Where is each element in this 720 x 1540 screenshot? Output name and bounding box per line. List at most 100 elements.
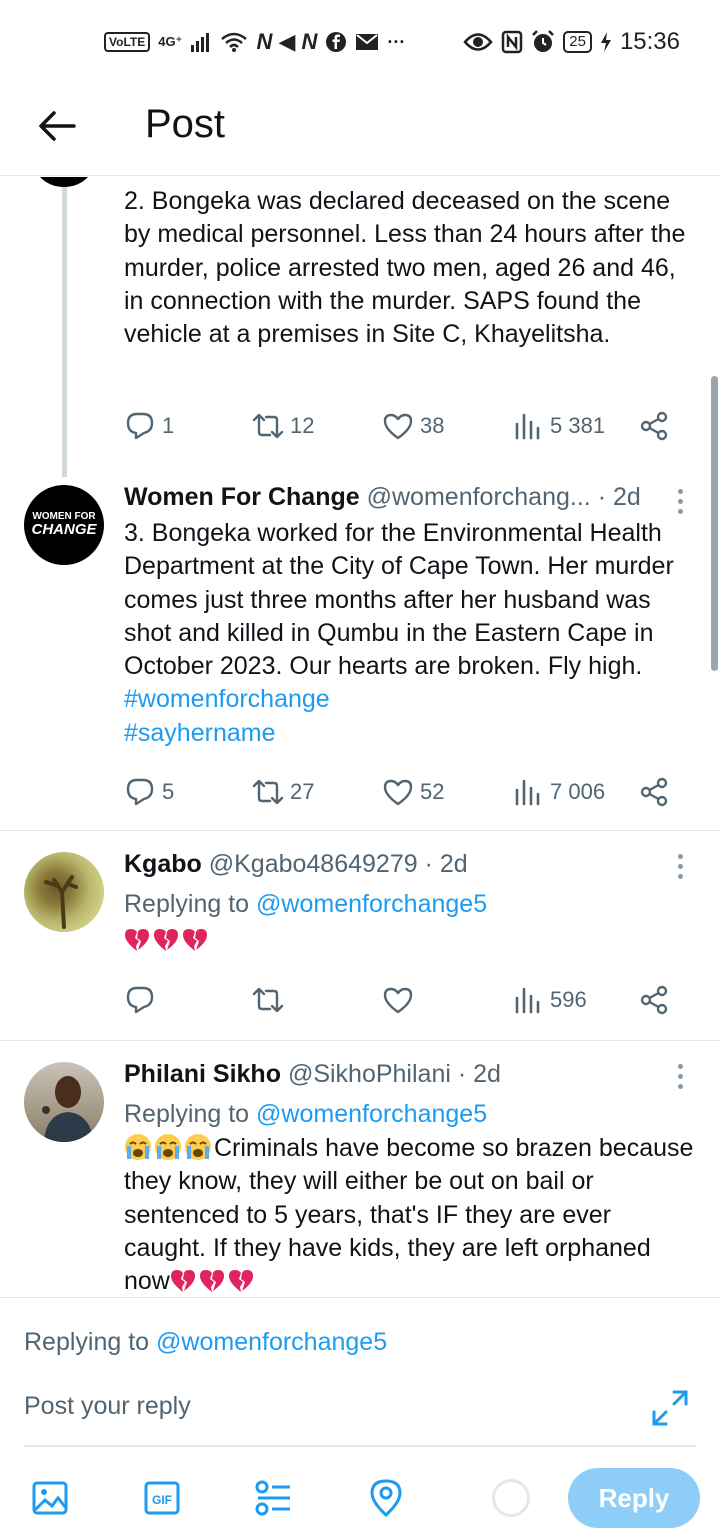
thread-line [62,187,67,477]
reply-action[interactable]: 5 [124,772,174,812]
emoji-content [124,924,694,957]
post-meta: Philani Sikho @SikhoPhilani · 2d [124,1060,684,1089]
share-icon [640,985,668,1015]
status-right: 25 15:36 [463,28,680,56]
repost-action[interactable]: 27 [252,772,314,812]
replying-prefix: Replying to [24,1328,157,1356]
author-handle[interactable]: @Kgabo48649279 [209,850,418,878]
views-action[interactable]: 596 [512,980,587,1020]
share-icon [640,777,668,807]
divider [0,1040,720,1041]
mail-icon [356,34,379,50]
views-action[interactable]: 5 381 [512,406,605,446]
post-time: · 2d [457,1060,501,1088]
share-action[interactable] [638,980,670,1020]
composer-replying-to: Replying to @womenforchange5 [24,1328,387,1357]
reply-icon [126,778,154,806]
facebook-icon [326,32,347,52]
battery-level: 25 [563,31,592,53]
crying-face-icon [155,1134,181,1160]
broken-heart-icon [199,1270,224,1293]
reply-input[interactable]: Post your reply [24,1392,191,1421]
mention-link[interactable]: @womenforchange5 [156,1328,387,1356]
repost-count: 27 [290,779,315,804]
poll-icon[interactable] [254,1478,294,1518]
signal-icon [191,33,210,52]
hashtag-link[interactable]: #womenforchange [124,685,330,713]
author-name[interactable]: Kgabo [124,850,202,878]
post-actions: 596 [124,980,684,1020]
status-left: VoLTE 4G⁺ N ◀ N ··· [104,29,405,55]
eye-icon [463,33,493,51]
author-handle[interactable]: @womenforchang... [367,483,591,511]
reply-count: 1 [162,413,175,438]
wifi-icon [221,32,248,52]
views-icon [515,987,540,1014]
location-icon[interactable] [366,1478,406,1518]
replying-prefix: Replying to [124,890,257,918]
share-icon [640,411,668,441]
crying-face-icon [125,1134,151,1160]
like-action[interactable]: 52 [382,772,444,812]
author-handle[interactable]: @SikhoPhilani [288,1060,451,1088]
post-actions: 1 12 38 5 381 [124,406,684,446]
views-action[interactable]: 7 006 [512,772,605,812]
reply-icon [126,986,154,1014]
repost-action[interactable] [252,980,284,1020]
views-count: 596 [550,987,587,1012]
app-header: Post [0,84,720,176]
more-icon[interactable] [676,854,684,882]
divider [0,830,720,831]
reply-button[interactable]: Reply [568,1468,700,1528]
broken-heart-icon [125,929,149,951]
image-icon[interactable] [30,1478,70,1518]
reply-action[interactable] [124,980,156,1020]
post-text-block: Criminals have become so brazen because … [124,1132,694,1297]
like-count: 52 [420,779,445,804]
page-title: Post [145,102,226,146]
post-meta: Women For Change @womenforchang... · 2d [124,483,684,512]
broken-heart-icon [154,929,178,951]
like-action[interactable]: 38 [382,406,444,446]
author-name[interactable]: Women For Change [124,483,360,511]
avatar[interactable] [24,852,104,932]
back-arrow-icon[interactable] [34,104,78,148]
composer-divider [24,1445,696,1447]
reply-count: 5 [162,779,175,804]
like-action[interactable] [382,980,414,1020]
scrollbar[interactable] [711,376,718,671]
avatar[interactable]: WOMEN FOR CHANGE [24,485,104,565]
replying-prefix: Replying to [124,1100,257,1128]
hashtag-link[interactable]: #sayhername [124,719,275,747]
mention-link[interactable]: @womenforchange5 [256,890,487,918]
post-text-block: 3. Bongeka worked for the Environmental … [124,517,694,750]
post-time: · 2d [424,850,468,878]
expand-icon[interactable] [650,1388,690,1428]
broken-heart-icon [170,1270,195,1293]
post-thread[interactable]: 2. Bongeka was declared deceased on the … [0,177,720,1297]
broken-heart-icon [183,929,207,951]
charging-icon [600,32,611,52]
mention-link[interactable]: @womenforchange5 [256,1100,487,1128]
like-icon [383,779,413,806]
more-icon[interactable] [676,489,684,517]
reply-action[interactable]: 1 [124,406,174,446]
reply-composer: Replying to @womenforchange5 Post your r… [0,1297,720,1540]
share-action[interactable] [638,406,670,446]
repost-action[interactable]: 12 [252,406,314,446]
repost-icon [252,987,284,1013]
post-time: · 2d [597,483,641,511]
views-icon [515,779,540,806]
post-text: 2. Bongeka was declared deceased on the … [124,187,686,349]
gif-icon[interactable]: GIF [142,1478,182,1518]
like-count: 38 [420,413,445,438]
notification-letters: N ◀ N [256,29,318,54]
post-text: 3. Bongeka worked for the Environmental … [124,519,674,681]
share-action[interactable] [638,772,670,812]
repost-icon [252,779,284,805]
views-icon [515,413,540,440]
views-count: 5 381 [550,413,606,438]
more-icon[interactable] [676,1064,684,1092]
avatar[interactable] [24,1062,104,1142]
author-name[interactable]: Philani Sikho [124,1060,281,1088]
